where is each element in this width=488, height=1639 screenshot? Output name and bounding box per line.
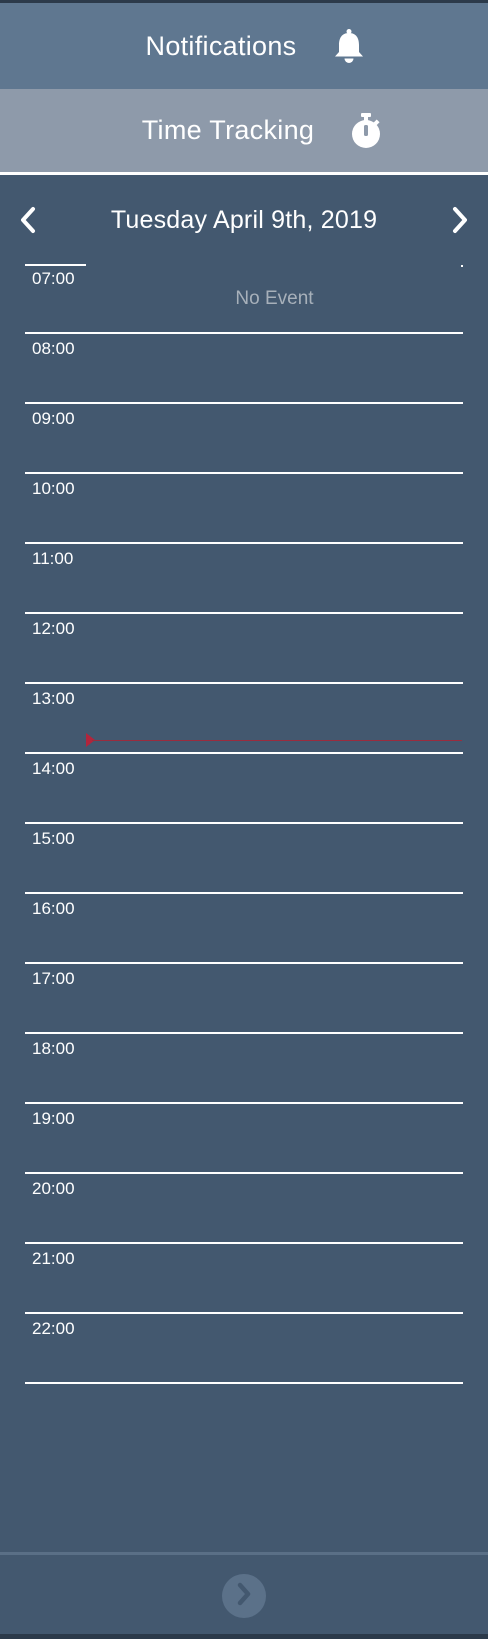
date-navigation: Tuesday April 9th, 2019 [0, 200, 488, 248]
window-bottom-edge [0, 1634, 488, 1639]
hour-label: 12:00 [32, 619, 75, 638]
hour-slot[interactable]: 10:00 [25, 474, 463, 544]
chevron-right-icon [450, 206, 470, 239]
hour-label: 11:00 [32, 549, 74, 568]
hour-label: 10:00 [32, 479, 75, 498]
hour-slot[interactable]: 08:00 [25, 334, 463, 404]
chevron-right-circle-icon [234, 1581, 254, 1612]
hour-slot[interactable]: 20:00 [25, 1174, 463, 1244]
time-tracking-header[interactable]: Time Tracking [0, 89, 488, 175]
no-event-text: No Event [235, 288, 314, 309]
hour-slot[interactable]: 09:00 [25, 404, 463, 474]
hour-slot[interactable]: 22:00 [25, 1314, 463, 1384]
hour-slot[interactable]: 16:00 [25, 894, 463, 964]
hour-slot[interactable]: 12:00 [25, 614, 463, 684]
notifications-label: Notifications [145, 30, 297, 61]
next-day-button[interactable] [444, 204, 476, 240]
hour-slot[interactable]: 19:00 [25, 1104, 463, 1174]
hour-label: 08:00 [32, 339, 75, 358]
hour-label: 14:00 [32, 759, 75, 778]
day-timeline[interactable]: 07:00 08:00 09:00 10:00 11:00 12:00 13:0… [0, 264, 488, 1389]
hour-label: 22:00 [32, 1319, 75, 1338]
hour-divider [25, 1382, 463, 1384]
hour-slot[interactable]: 11:00 [25, 544, 463, 614]
current-time-line [92, 740, 462, 741]
footer-divider [0, 1552, 488, 1555]
bell-icon [332, 28, 366, 64]
hour-label: 18:00 [32, 1039, 75, 1058]
hour-label: 07:00 [32, 269, 75, 288]
time-tracking-label: Time Tracking [141, 115, 315, 145]
hour-label: 21:00 [32, 1249, 75, 1268]
next-button[interactable] [222, 1574, 266, 1618]
date-title: Tuesday April 9th, 2019 [110, 206, 378, 234]
hour-label: 19:00 [32, 1109, 75, 1128]
hour-slot[interactable]: 18:00 [25, 1034, 463, 1104]
hour-label: 17:00 [32, 969, 75, 988]
hour-label: 16:00 [32, 899, 75, 918]
hour-label: 15:00 [32, 829, 75, 848]
hour-label: 20:00 [32, 1179, 75, 1198]
hour-label: 13:00 [32, 689, 75, 708]
hour-slot[interactable]: 17:00 [25, 964, 463, 1034]
hour-label: 09:00 [32, 409, 75, 428]
hour-slot[interactable]: 15:00 [25, 824, 463, 894]
hour-slot[interactable]: 21:00 [25, 1244, 463, 1314]
stopwatch-icon [350, 112, 382, 149]
hour-slot[interactable]: 14:00 [25, 754, 463, 824]
notifications-header[interactable]: Notifications [0, 3, 488, 89]
